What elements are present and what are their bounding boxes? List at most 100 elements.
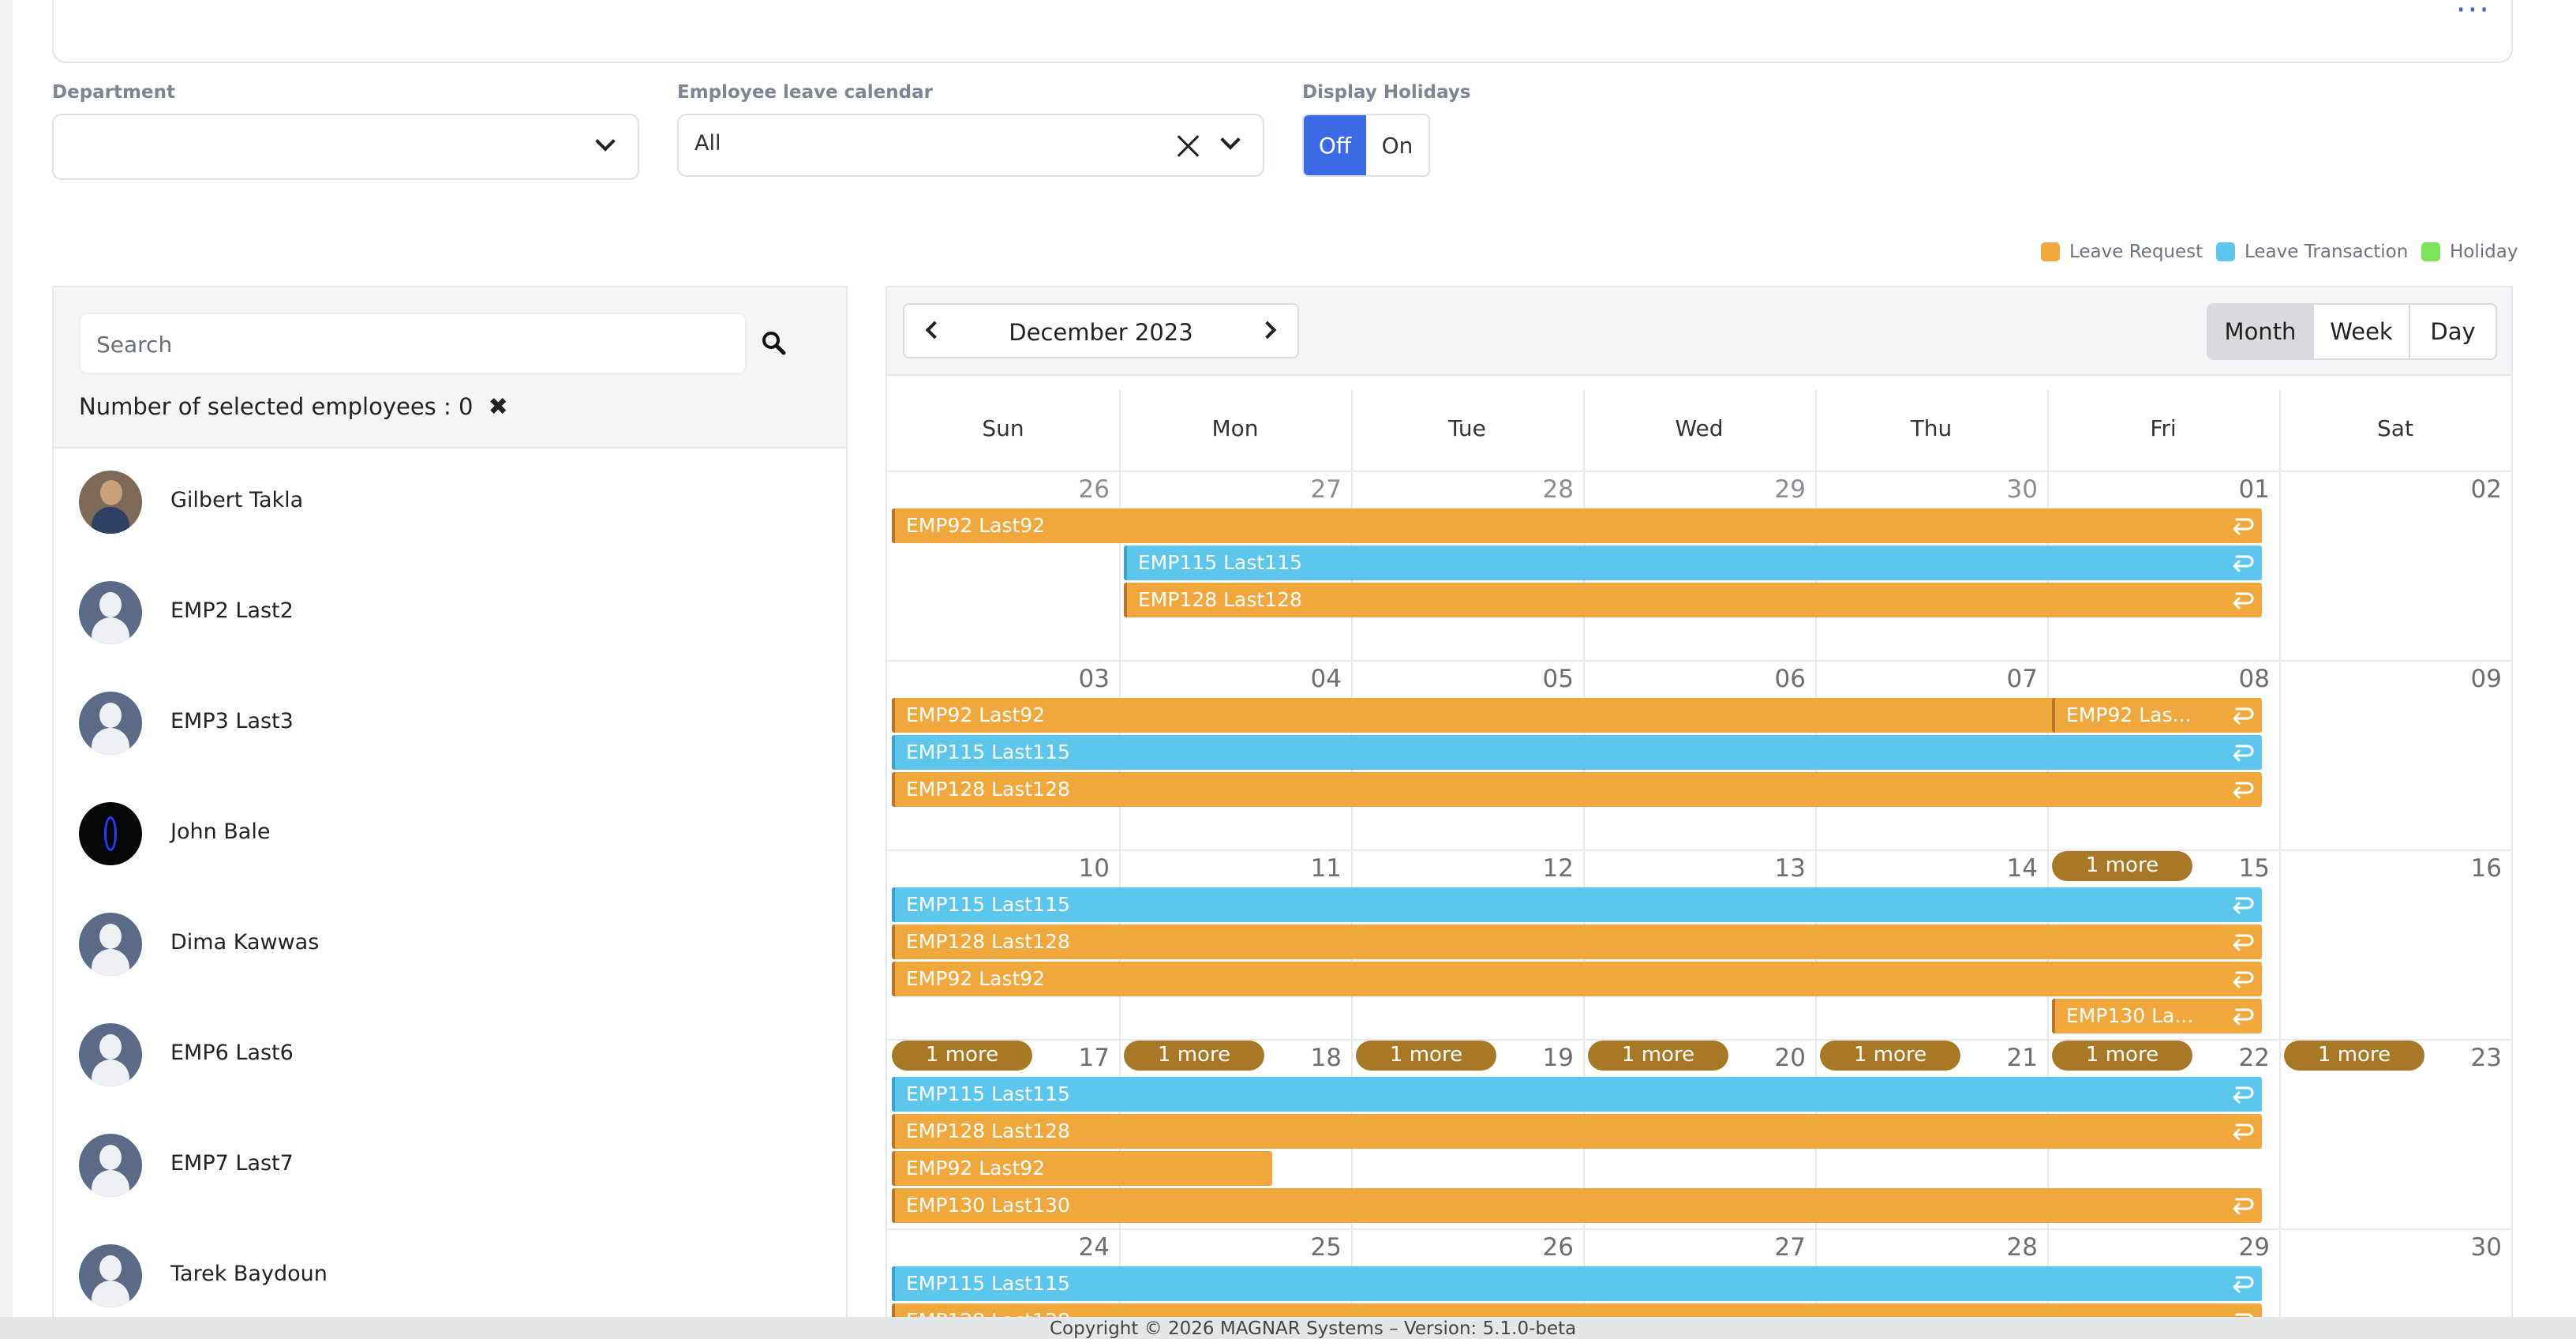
leave-request-event[interactable]: EMP128 Last128 <box>892 925 2262 959</box>
search-input[interactable]: Search <box>79 313 747 374</box>
leave-transaction-event[interactable]: EMP115 Last115 <box>892 1077 2262 1112</box>
leave-transaction-event[interactable]: EMP115 Last115 <box>892 735 2262 770</box>
day-number[interactable]: 26 <box>1046 475 1110 504</box>
event-label: EMP115 Last115 <box>906 1272 1070 1295</box>
day-number[interactable]: 18 <box>1279 1044 1342 1072</box>
leave-request-event[interactable]: EMP128 Last128 <box>1124 583 2262 617</box>
toggle-off-button[interactable]: Off <box>1304 115 1366 175</box>
employee-panel: Search Number of selected employees : 0 … <box>52 286 848 1339</box>
day-number[interactable]: 24 <box>1046 1233 1110 1262</box>
event-label: EMP92 Last92 <box>906 703 1046 726</box>
legend-label: Leave Request <box>2069 242 2203 262</box>
day-number[interactable]: 29 <box>1743 475 1806 504</box>
more-events-link[interactable]: 1 more <box>1588 1041 1728 1071</box>
more-events-link[interactable]: 1 more <box>2052 851 2192 881</box>
view-day-button[interactable]: Day <box>2410 305 2496 358</box>
day-number[interactable]: 12 <box>1511 854 1574 883</box>
clear-selection-icon[interactable]: ✖ <box>489 393 508 421</box>
employee-list-item[interactable]: Dima Kawwas <box>79 913 821 976</box>
view-switcher: Month Week Day <box>2207 303 2497 360</box>
employee-list-item[interactable]: EMP6 Last6 <box>79 1023 821 1086</box>
leave-request-event[interactable]: EMP92 Las... <box>2052 698 2262 733</box>
day-number[interactable]: 25 <box>1279 1233 1342 1262</box>
leave-request-event[interactable]: EMP130 Last130 <box>892 1188 2262 1223</box>
employee-panel-header: Search Number of selected employees : 0 … <box>54 287 846 448</box>
more-events-link[interactable]: 1 more <box>892 1041 1032 1071</box>
day-number[interactable]: 30 <box>1975 475 2038 504</box>
day-number[interactable]: 11 <box>1279 854 1342 883</box>
more-events-link[interactable]: 1 more <box>1356 1041 1496 1071</box>
day-number[interactable]: 09 <box>2439 665 2502 693</box>
leave-transaction-event[interactable]: EMP115 Last115 <box>1124 546 2262 580</box>
leave-calendar-select[interactable]: All <box>677 114 1264 177</box>
leave-request-event[interactable]: EMP92 Last92 <box>892 962 2262 996</box>
leave-request-event[interactable]: EMP92 Last92 <box>892 1151 1272 1186</box>
day-number[interactable]: 03 <box>1046 665 1110 693</box>
leave-request-event[interactable]: EMP128 Last128 <box>892 772 2262 807</box>
day-number[interactable]: 02 <box>2439 475 2502 504</box>
department-select[interactable] <box>52 114 639 180</box>
leave-transaction-event[interactable]: EMP115 Last115 <box>892 887 2262 922</box>
day-number[interactable]: 29 <box>2207 1233 2270 1262</box>
day-number[interactable]: 28 <box>1511 475 1574 504</box>
day-number[interactable]: 30 <box>2439 1233 2502 1262</box>
day-number[interactable]: 01 <box>2207 475 2270 504</box>
avatar <box>79 692 142 755</box>
day-number[interactable]: 27 <box>1743 1233 1806 1262</box>
more-events-link[interactable]: 1 more <box>1124 1041 1264 1071</box>
leave-request-event[interactable]: EMP128 Last128 <box>892 1114 2262 1149</box>
employee-list-item[interactable]: EMP2 Last2 <box>79 581 821 644</box>
employee-list-item[interactable]: John Bale <box>79 802 821 865</box>
search-icon[interactable] <box>761 330 786 355</box>
employee-list-item[interactable]: Tarek Baydoun <box>79 1244 821 1307</box>
return-icon <box>2233 592 2254 609</box>
more-events-link[interactable]: 1 more <box>2284 1041 2424 1071</box>
day-number[interactable]: 04 <box>1279 665 1342 693</box>
day-number[interactable]: 20 <box>1743 1044 1806 1072</box>
day-number[interactable]: 19 <box>1511 1044 1574 1072</box>
day-number[interactable]: 22 <box>2207 1044 2270 1072</box>
more-events-link[interactable]: 1 more <box>1820 1041 1960 1071</box>
day-number[interactable]: 16 <box>2439 854 2502 883</box>
clear-icon[interactable] <box>1176 134 1200 158</box>
employee-list-item[interactable]: Gilbert Takla <box>79 471 821 534</box>
day-number[interactable]: 28 <box>1975 1233 2038 1262</box>
toggle-on-button[interactable]: On <box>1366 115 1428 175</box>
leave-request-event[interactable]: EMP92 Last92 <box>892 508 2262 543</box>
weekday-header: Sat <box>2377 415 2413 441</box>
grid-hline <box>887 660 2511 662</box>
employee-list-item[interactable]: EMP3 Last3 <box>79 692 821 755</box>
calendar-toolbar: December 2023 Month Week Day <box>887 287 2511 376</box>
chevron-down-icon[interactable] <box>1220 129 1241 150</box>
leave-request-event[interactable]: EMP92 Last92 <box>892 698 2060 733</box>
more-events-link[interactable]: 1 more <box>2052 1041 2192 1071</box>
top-card: ··· <box>52 0 2513 63</box>
employee-name: Gilbert Takla <box>170 488 304 512</box>
event-label: EMP92 Las... <box>2066 703 2192 726</box>
day-number[interactable]: 23 <box>2439 1044 2502 1072</box>
return-icon <box>2233 1086 2254 1104</box>
view-month-button[interactable]: Month <box>2208 305 2314 358</box>
more-options-icon[interactable]: ··· <box>2456 0 2491 28</box>
day-number[interactable]: 27 <box>1279 475 1342 504</box>
view-week-button[interactable]: Week <box>2314 305 2410 358</box>
day-number[interactable]: 15 <box>2207 854 2270 883</box>
day-number[interactable]: 10 <box>1046 854 1110 883</box>
day-number[interactable]: 13 <box>1743 854 1806 883</box>
day-number[interactable]: 17 <box>1046 1044 1110 1072</box>
day-number[interactable]: 14 <box>1975 854 2038 883</box>
leave-request-event[interactable]: EMP130 La... <box>2052 999 2262 1033</box>
return-icon <box>2233 1123 2254 1141</box>
legend-label: Leave Transaction <box>2245 242 2409 262</box>
employee-name: Dima Kawwas <box>170 930 320 955</box>
day-number[interactable]: 07 <box>1975 665 2038 693</box>
avatar <box>79 1023 142 1086</box>
day-number[interactable]: 05 <box>1511 665 1574 693</box>
day-number[interactable]: 21 <box>1975 1044 2038 1072</box>
employee-list-item[interactable]: EMP7 Last7 <box>79 1134 821 1197</box>
return-icon <box>2233 782 2254 799</box>
day-number[interactable]: 26 <box>1511 1233 1574 1262</box>
day-number[interactable]: 06 <box>1743 665 1806 693</box>
leave-transaction-event[interactable]: EMP115 Last115 <box>892 1266 2262 1301</box>
day-number[interactable]: 08 <box>2207 665 2270 693</box>
